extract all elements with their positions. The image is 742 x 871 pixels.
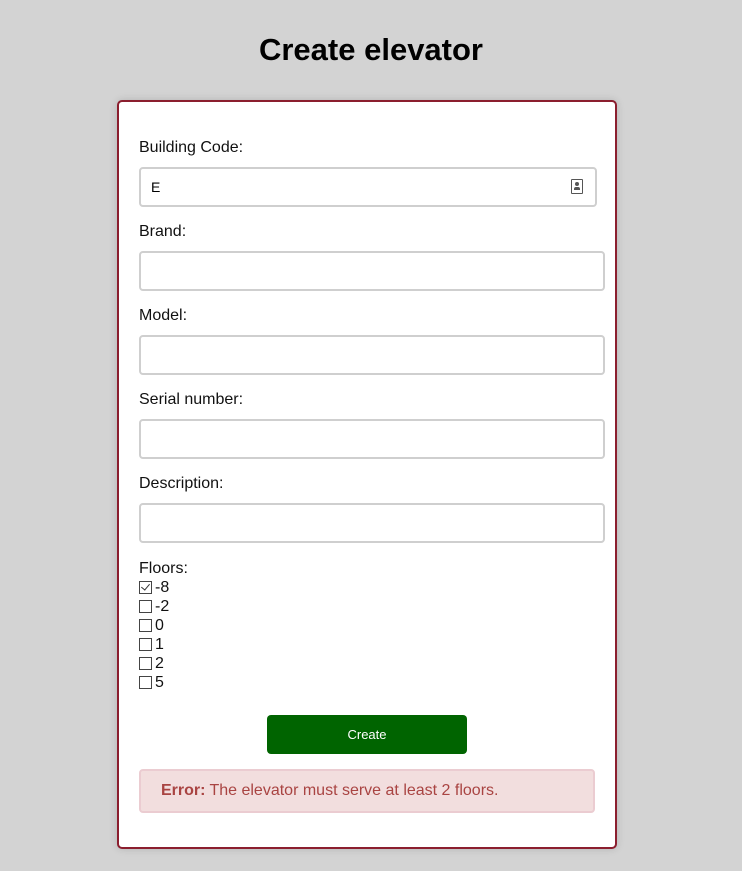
error-prefix: Error:: [161, 782, 206, 799]
floor-option[interactable]: 1: [139, 635, 169, 654]
error-alert: Error: The elevator must serve at least …: [139, 769, 595, 813]
model-input[interactable]: [139, 335, 605, 375]
floors-label: Floors:: [139, 560, 188, 577]
error-message: The elevator must serve at least 2 floor…: [209, 782, 499, 799]
floors-checkbox-list: -8 -2 0 1 2 5: [139, 578, 169, 692]
building-code-field-wrapper: [139, 167, 597, 207]
floor-option-label: 2: [155, 654, 164, 672]
description-input[interactable]: [139, 503, 605, 543]
floor-option[interactable]: 2: [139, 654, 169, 673]
create-button[interactable]: Create: [267, 715, 467, 754]
floor-option[interactable]: 5: [139, 673, 169, 692]
page: Create elevator Building Code: Brand: Mo…: [0, 0, 742, 871]
brand-input[interactable]: [139, 251, 605, 291]
floor-option-label: 0: [155, 616, 164, 634]
page-title: Create elevator: [258, 32, 483, 67]
floor-option[interactable]: -2: [139, 597, 169, 616]
floor-checkbox[interactable]: [139, 657, 152, 670]
floor-checkbox[interactable]: [139, 600, 152, 613]
floor-option[interactable]: 0: [139, 616, 169, 635]
floor-option-label: 1: [155, 635, 164, 653]
floor-checkbox[interactable]: [139, 638, 152, 651]
floor-option[interactable]: -8: [139, 578, 169, 597]
model-label: Model:: [139, 307, 188, 324]
brand-label: Brand:: [139, 223, 187, 240]
floor-option-label: 5: [155, 673, 164, 691]
floor-checkbox[interactable]: [139, 676, 152, 689]
create-elevator-form: Building Code: Brand: Model: Serial numb…: [117, 100, 617, 849]
floor-option-label: -8: [155, 578, 170, 596]
floor-checkbox[interactable]: [139, 619, 152, 632]
contact-card-icon[interactable]: [571, 179, 583, 194]
serial-number-label: Serial number:: [139, 391, 244, 408]
building-code-label: Building Code:: [139, 139, 244, 156]
description-label: Description:: [139, 475, 224, 492]
serial-number-input[interactable]: [139, 419, 605, 459]
building-code-input[interactable]: [139, 167, 597, 207]
floor-option-label: -2: [155, 597, 170, 615]
floor-checkbox[interactable]: [139, 581, 152, 594]
